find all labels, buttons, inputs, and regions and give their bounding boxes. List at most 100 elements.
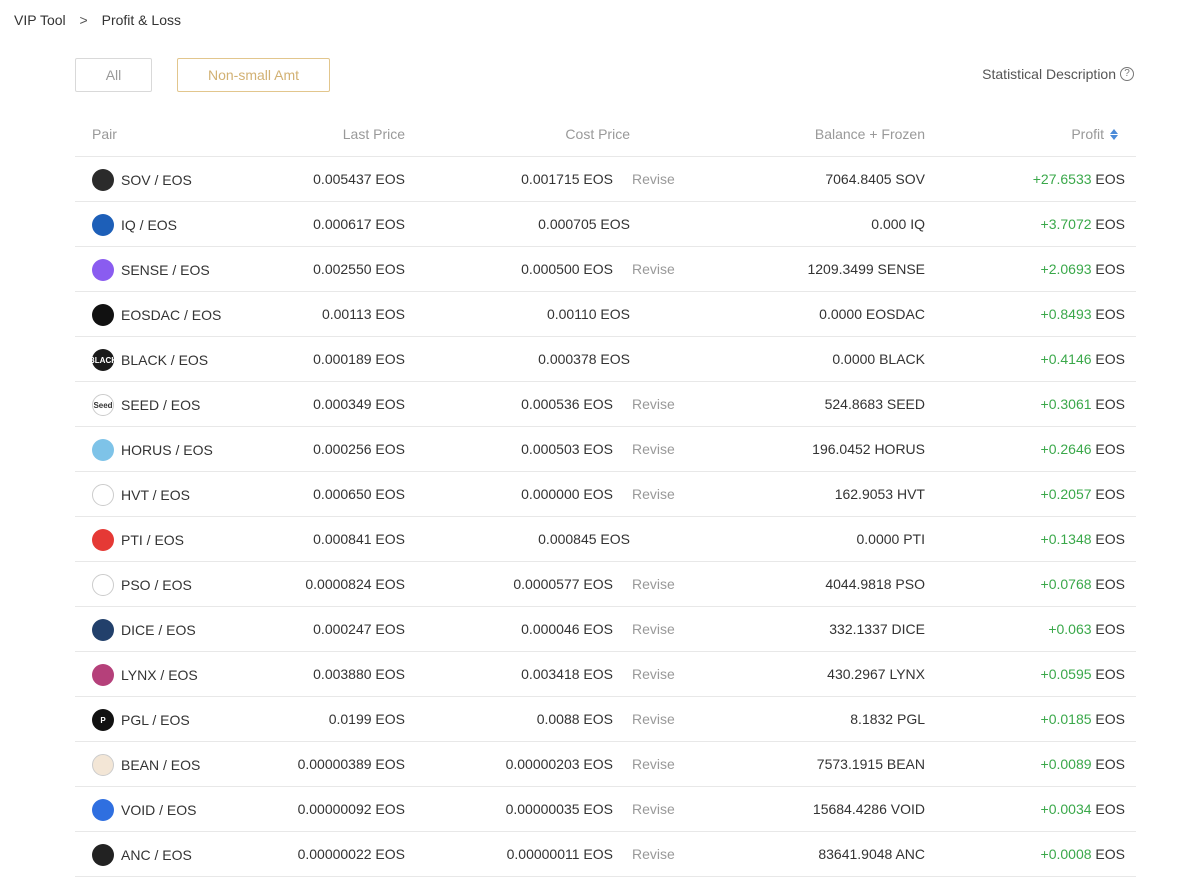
pair-cell: BLACK BLACK / EOS bbox=[89, 349, 208, 371]
profit-value: +0.063 bbox=[1048, 621, 1092, 637]
table-row: BLACK BLACK / EOS 0.000189 EOS 0.000378 EOS… bbox=[75, 337, 1136, 382]
pair-name: PSO / EOS bbox=[121, 577, 192, 593]
pair-name: ANC / EOS bbox=[121, 847, 192, 863]
revise-button[interactable]: Revise bbox=[632, 756, 675, 772]
statistical-description-label: Statistical Description bbox=[982, 66, 1116, 82]
pgl-icon: P bbox=[92, 709, 114, 731]
revise-button[interactable]: Revise bbox=[632, 486, 675, 502]
profit-value: +0.3061 bbox=[1040, 396, 1092, 412]
pair-name: LYNX / EOS bbox=[121, 667, 198, 683]
iq-icon bbox=[92, 214, 114, 236]
header-profit-sort[interactable]: Profit bbox=[1071, 126, 1118, 142]
sense-icon bbox=[92, 259, 114, 281]
profit-unit: EOS bbox=[1095, 261, 1125, 277]
breadcrumb-vip-tool[interactable]: VIP Tool bbox=[14, 12, 66, 28]
last-price: 0.00000092 EOS bbox=[297, 801, 405, 817]
profit-value: +0.2646 bbox=[1040, 441, 1092, 457]
cost-price: 0.00110 EOS bbox=[546, 306, 630, 322]
table-body: SOV / EOS 0.005437 EOS 0.001715 EOS Revise 7… bbox=[75, 157, 1136, 877]
pair-name: BEAN / EOS bbox=[121, 757, 201, 773]
profit-cell: +2.0693 EOS bbox=[1041, 261, 1125, 277]
profit-value: +0.0185 bbox=[1040, 711, 1092, 727]
dice-icon bbox=[92, 619, 114, 641]
cost-price: 0.00000203 EOS bbox=[505, 756, 613, 772]
table-row: P PGL / EOS 0.0199 EOS 0.0088 EOS Revise 8.18… bbox=[75, 697, 1136, 742]
pti-icon bbox=[92, 529, 114, 551]
void-icon bbox=[92, 799, 114, 821]
revise-button[interactable]: Revise bbox=[632, 666, 675, 682]
sov-icon bbox=[92, 169, 114, 191]
cost-price: 0.000536 EOS bbox=[521, 396, 613, 412]
header-last-price: Last Price bbox=[342, 126, 405, 142]
last-price: 0.00113 EOS bbox=[321, 306, 405, 322]
table-row: EOSDAC / EOS 0.00113 EOS 0.00110 EOS 0.0000… bbox=[75, 292, 1136, 337]
table-row: HVT / EOS 0.000650 EOS 0.000000 EOS Revise 1… bbox=[75, 472, 1136, 517]
eosdac-icon bbox=[92, 304, 114, 326]
revise-button[interactable]: Revise bbox=[632, 576, 675, 592]
seed-icon: Seed bbox=[92, 394, 114, 416]
cost-price: 0.0000577 EOS bbox=[513, 576, 613, 592]
last-price: 0.000650 EOS bbox=[313, 486, 405, 502]
pair-cell: ANC / EOS bbox=[92, 844, 192, 866]
profit-cell: +0.8493 EOS bbox=[1041, 306, 1125, 322]
table-row: BEAN / EOS 0.00000389 EOS 0.00000203 EOS Re… bbox=[75, 742, 1136, 787]
pair-name: HORUS / EOS bbox=[121, 442, 213, 458]
statistical-description-link[interactable]: Statistical Description ? bbox=[982, 66, 1134, 82]
revise-button[interactable]: Revise bbox=[632, 396, 675, 412]
revise-button[interactable]: Revise bbox=[632, 171, 675, 187]
balance-frozen: 83641.9048 ANC bbox=[818, 846, 925, 862]
sort-icon[interactable] bbox=[1110, 128, 1118, 140]
revise-button[interactable]: Revise bbox=[632, 711, 675, 727]
pair-cell: P PGL / EOS bbox=[92, 709, 190, 731]
profit-value: +3.7072 bbox=[1040, 216, 1092, 232]
cost-price: 0.00000035 EOS bbox=[505, 801, 613, 817]
help-icon[interactable]: ? bbox=[1120, 67, 1134, 81]
profit-value: +0.0008 bbox=[1040, 846, 1092, 862]
balance-frozen: 524.8683 SEED bbox=[824, 396, 925, 412]
cost-price: 0.000000 EOS bbox=[521, 486, 613, 502]
pair-cell: HVT / EOS bbox=[92, 484, 190, 506]
pair-cell: SOV / EOS bbox=[92, 169, 192, 191]
pair-cell: DICE / EOS bbox=[92, 619, 196, 641]
pair-name: SOV / EOS bbox=[121, 172, 192, 188]
pair-cell: BEAN / EOS bbox=[92, 754, 200, 776]
cost-price: 0.001715 EOS bbox=[521, 171, 613, 187]
cost-price: 0.000500 EOS bbox=[521, 261, 613, 277]
profit-unit: EOS bbox=[1095, 441, 1125, 457]
table-row: IQ / EOS 0.000617 EOS 0.000705 EOS 0.000 IQ… bbox=[75, 202, 1136, 247]
cost-price: 0.000378 EOS bbox=[538, 351, 630, 367]
balance-frozen: 0.0000 EOSDAC bbox=[819, 306, 925, 322]
pair-cell: EOSDAC / EOS bbox=[92, 304, 221, 326]
revise-button[interactable]: Revise bbox=[632, 261, 675, 277]
balance-frozen: 1209.3499 SENSE bbox=[807, 261, 925, 277]
last-price: 0.000349 EOS bbox=[313, 396, 405, 412]
table-row: PSO / EOS 0.0000824 EOS 0.0000577 EOS Revis… bbox=[75, 562, 1136, 607]
table-row: Seed SEED / EOS 0.000349 EOS 0.000536 EOS Re… bbox=[75, 382, 1136, 427]
last-price: 0.003880 EOS bbox=[313, 666, 405, 682]
profit-value: +0.4146 bbox=[1040, 351, 1092, 367]
pair-name: DICE / EOS bbox=[121, 622, 196, 638]
pair-name: PGL / EOS bbox=[121, 712, 190, 728]
pair-name: HVT / EOS bbox=[121, 487, 190, 503]
profit-unit: EOS bbox=[1095, 351, 1125, 367]
balance-frozen: 0.0000 BLACK bbox=[832, 351, 925, 367]
pair-cell: IQ / EOS bbox=[92, 214, 177, 236]
balance-frozen: 8.1832 PGL bbox=[850, 711, 925, 727]
cost-price: 0.003418 EOS bbox=[521, 666, 613, 682]
revise-button[interactable]: Revise bbox=[632, 621, 675, 637]
bean-icon bbox=[92, 754, 114, 776]
profit-unit: EOS bbox=[1095, 531, 1125, 547]
profit-cell: +0.2646 EOS bbox=[1041, 441, 1125, 457]
profit-unit: EOS bbox=[1095, 801, 1125, 817]
profit-cell: +27.6533 EOS bbox=[1033, 171, 1125, 187]
pair-cell: Seed SEED / EOS bbox=[92, 394, 200, 416]
profit-cell: +0.0595 EOS bbox=[1041, 666, 1125, 682]
revise-button[interactable]: Revise bbox=[632, 801, 675, 817]
profit-cell: +0.0008 EOS bbox=[1041, 846, 1125, 862]
profit-value: +0.0768 bbox=[1040, 576, 1092, 592]
profit-unit: EOS bbox=[1095, 216, 1125, 232]
revise-button[interactable]: Revise bbox=[632, 846, 675, 862]
filter-all-button[interactable]: All bbox=[75, 58, 152, 92]
filter-nonsmall-button[interactable]: Non-small Amt bbox=[177, 58, 330, 92]
revise-button[interactable]: Revise bbox=[632, 441, 675, 457]
